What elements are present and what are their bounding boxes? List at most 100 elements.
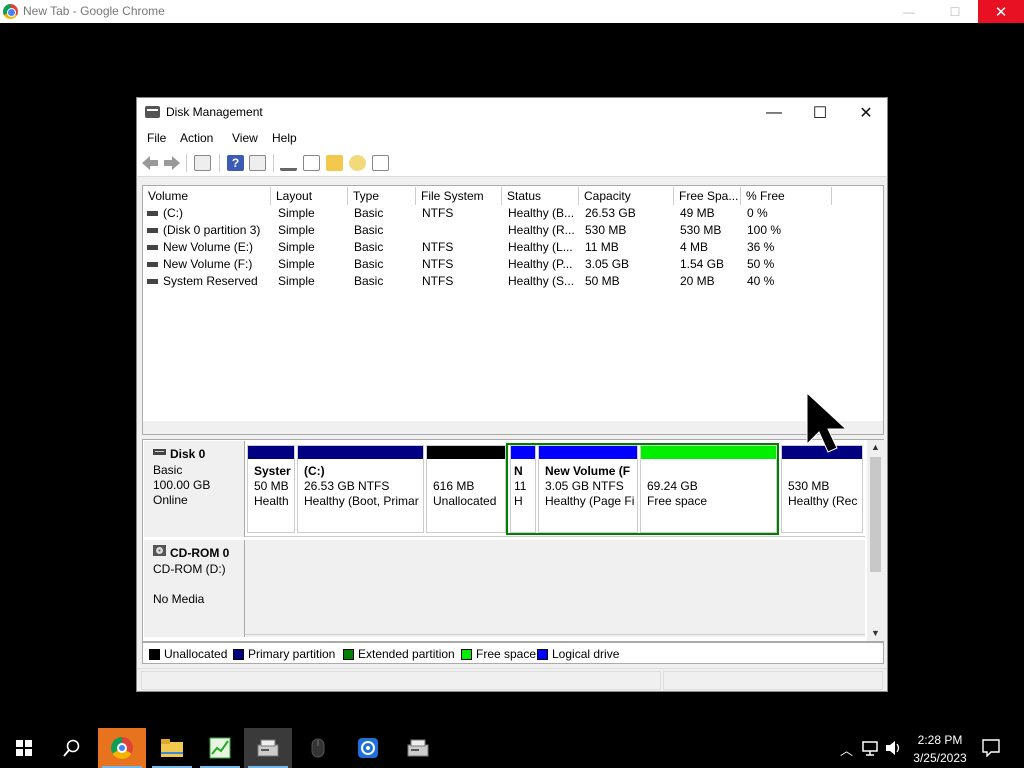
partition-f[interactable]: New Volume (F 3.05 GB NTFS Healthy (Page F… — [538, 445, 638, 533]
close-button[interactable]: ✕ — [843, 98, 889, 127]
volume-name: (Disk 0 partition 3) — [163, 223, 261, 237]
chrome-maximize-button[interactable]: ☐ — [932, 0, 978, 23]
taskbar-disk-management[interactable] — [244, 728, 292, 768]
scroll-thumb[interactable] — [870, 457, 881, 572]
scroll-up-icon[interactable]: ▲ — [871, 442, 880, 452]
pct-free-cell: 50 % — [747, 257, 775, 271]
table-row[interactable]: New Volume (F:) Simple Basic NTFS Health… — [143, 256, 883, 273]
legend-label: Primary partition — [248, 647, 336, 661]
partition-color-bar — [539, 446, 637, 459]
taskbar-task-manager[interactable] — [196, 728, 244, 768]
drive-icon — [147, 245, 158, 251]
chrome-minimize-button[interactable]: — — [886, 0, 932, 23]
disk-graphical-view: Disk 0 Basic 100.00 GB Online Syster 50 M… — [142, 439, 884, 642]
column-header-type[interactable]: Type — [348, 187, 416, 205]
help-icon[interactable]: ? — [227, 155, 244, 171]
start-button[interactable] — [0, 728, 48, 768]
free-cell: 49 MB — [680, 206, 715, 220]
chevron-up-icon[interactable]: ︿ — [840, 740, 853, 759]
disk-0-label[interactable]: Disk 0 Basic 100.00 GB Online — [144, 441, 245, 537]
volume-cell: New Volume (E:) — [147, 239, 269, 256]
column-header-capacity[interactable]: Capacity — [579, 187, 674, 205]
settings-list-icon[interactable] — [372, 155, 389, 171]
status-bar — [137, 668, 887, 691]
free-cell: 4 MB — [680, 240, 709, 254]
cdrom-drive: CD-ROM (D:) — [153, 562, 226, 576]
status-cell: Healthy (P... — [508, 257, 573, 271]
chrome-close-button[interactable]: ✕ — [978, 0, 1024, 23]
partition-c[interactable]: (C:) 26.53 GB NTFS Healthy (Boot, Primar — [297, 445, 424, 533]
status-pane — [663, 671, 883, 690]
window-title-bar[interactable]: Disk Management — ☐ ✕ — [137, 98, 887, 127]
menu-view[interactable]: View — [232, 131, 258, 145]
partition-system-reserved[interactable]: Syster 50 MB Health — [247, 445, 295, 533]
forward-arrow-icon[interactable] — [164, 156, 180, 170]
search-button[interactable] — [48, 728, 96, 768]
scroll-down-icon[interactable]: ▼ — [871, 628, 880, 638]
partition-color-bar — [248, 446, 294, 459]
network-icon[interactable] — [862, 740, 880, 756]
partition-info: 616 MB Unallocated — [433, 479, 497, 508]
vertical-scrollbar[interactable]: ▲ ▼ — [867, 440, 884, 641]
taskbar-file-explorer[interactable] — [148, 728, 196, 768]
column-header-percent-free[interactable]: % Free — [741, 187, 832, 205]
column-header-file-system[interactable]: File System — [416, 187, 502, 205]
chrome-icon — [111, 737, 133, 759]
fs-cell: NTFS — [422, 257, 454, 271]
partition-e[interactable]: N 11 H — [510, 445, 536, 533]
taskbar-mouse-app[interactable] — [294, 728, 342, 768]
drive-icon — [147, 228, 158, 234]
partition-unallocated[interactable]: 616 MB Unallocated — [426, 445, 506, 533]
console-tree-icon[interactable] — [249, 155, 266, 171]
column-header-status[interactable]: Status — [502, 187, 579, 205]
notification-icon[interactable] — [982, 739, 1000, 757]
toolbar-separator — [219, 154, 220, 172]
capacity-cell: 530 MB — [585, 223, 627, 237]
menu-file[interactable]: File — [147, 131, 166, 145]
disk-size: 100.00 GB — [153, 478, 211, 492]
partition-recovery[interactable]: 530 MB Healthy (Rec — [781, 445, 863, 533]
partition-info: 69.24 GB Free space — [647, 479, 708, 508]
column-header-layout[interactable]: Layout — [271, 187, 348, 205]
legend-label: Extended partition — [358, 647, 455, 661]
table-row[interactable]: New Volume (E:) Simple Basic NTFS Health… — [143, 239, 883, 256]
partition-free-space[interactable]: 69.24 GB Free space — [640, 445, 777, 533]
search-folder-icon[interactable] — [349, 155, 366, 171]
column-header-volume[interactable]: Volume — [143, 187, 271, 205]
window-title: Disk Management — [166, 105, 263, 119]
taskbar-disk-app[interactable] — [394, 728, 442, 768]
drive-icon — [147, 279, 158, 285]
volume-icon[interactable] — [885, 740, 901, 756]
status-pane — [141, 671, 661, 690]
table-row[interactable]: System Reserved Simple Basic NTFS Health… — [143, 273, 883, 290]
clock-time[interactable]: 2:28 PM — [912, 733, 968, 747]
column-header-free-space[interactable]: Free Spa... — [674, 187, 741, 205]
free-cell: 530 MB — [680, 223, 722, 237]
menu-action[interactable]: Action — [180, 131, 213, 145]
properties-icon[interactable] — [194, 155, 211, 171]
mouse-icon — [311, 738, 325, 758]
taskbar-remote-app[interactable] — [344, 728, 392, 768]
table-row[interactable]: (Disk 0 partition 3) Simple Basic Health… — [143, 222, 883, 239]
back-arrow-icon[interactable] — [142, 156, 158, 170]
folder-up-icon[interactable] — [326, 155, 343, 171]
connect-icon[interactable] — [280, 155, 297, 171]
table-row[interactable]: (C:) Simple Basic NTFS Healthy (B... 26.… — [143, 205, 883, 222]
cdrom-0-label[interactable]: CD-ROM 0 CD-ROM (D:) No Media — [144, 540, 245, 637]
layout-cell: Simple — [278, 223, 315, 237]
toolbar-separator — [186, 154, 187, 172]
maximize-button[interactable]: ☐ — [797, 98, 843, 127]
remote-app-icon — [358, 738, 378, 758]
partition-info: New Volume (F 3.05 GB NTFS Healthy (Page F… — [545, 464, 635, 508]
toolbar-separator — [273, 154, 274, 172]
drive-icon — [147, 211, 158, 217]
checklist-icon[interactable] — [303, 155, 320, 171]
clock-date[interactable]: 3/25/2023 — [908, 751, 972, 765]
menu-help[interactable]: Help — [272, 131, 297, 145]
horizontal-scrollbar[interactable] — [143, 421, 883, 434]
status-cell: Healthy (S... — [508, 274, 575, 288]
volume-list: Volume Layout Type File System Status Ca… — [142, 185, 884, 435]
disk-management-icon — [145, 106, 160, 118]
taskbar-chrome[interactable] — [98, 728, 146, 768]
minimize-button[interactable]: — — [751, 98, 797, 127]
